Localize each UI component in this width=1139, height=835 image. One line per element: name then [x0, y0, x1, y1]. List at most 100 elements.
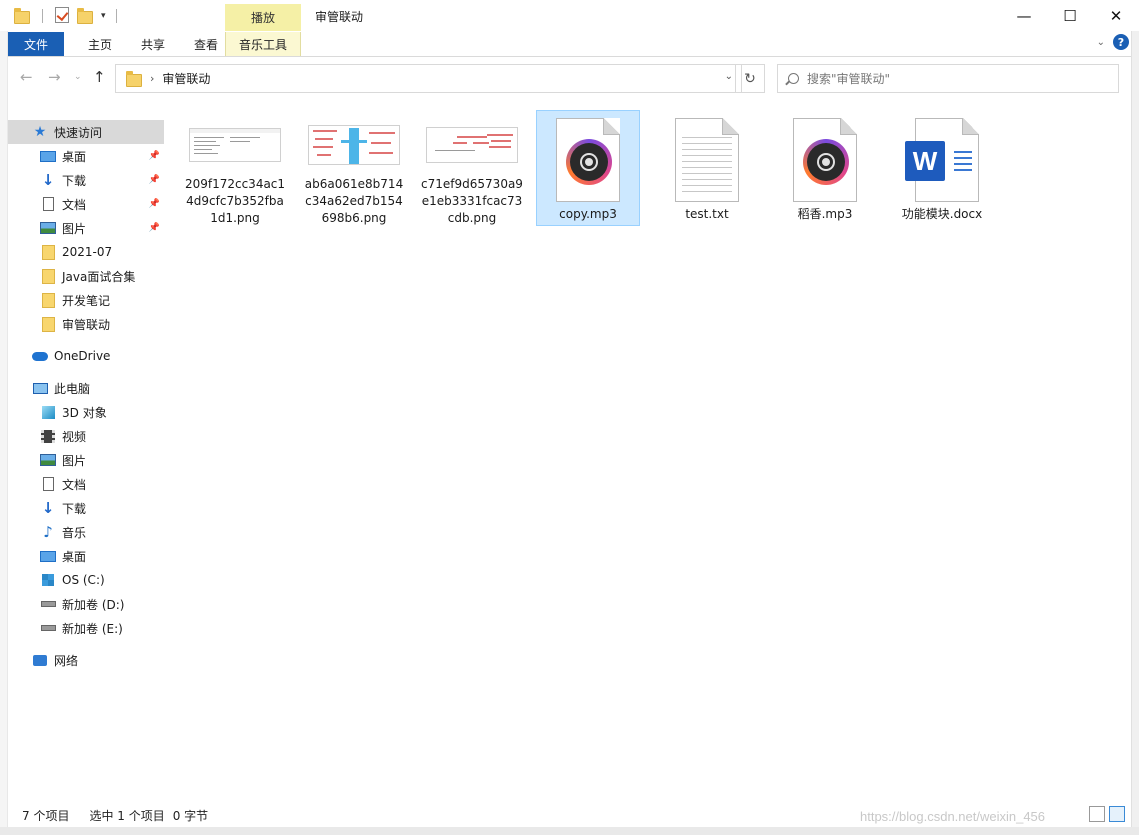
- search-placeholder: 搜索"审管联动": [807, 72, 891, 86]
- sidebar-item-label: 音乐: [62, 525, 87, 540]
- sidebar-item-dev-notes[interactable]: 开发笔记: [8, 288, 164, 312]
- onedrive-icon: [32, 348, 48, 364]
- new-folder-icon[interactable]: [77, 7, 95, 25]
- help-icon[interactable]: ?: [1113, 34, 1129, 50]
- minimize-button[interactable]: —: [1001, 0, 1047, 31]
- sidebar-item-drive-e[interactable]: 新加卷 (E:): [8, 616, 164, 640]
- breadcrumb-chevron-icon[interactable]: ›: [150, 72, 154, 85]
- file-item[interactable]: c71ef9d65730a9e1eb3331fcac73cdb.png: [420, 111, 524, 227]
- sidebar-item-pictures-pc[interactable]: 图片: [8, 448, 164, 472]
- document-icon: [40, 476, 56, 492]
- 3d-objects-icon: [40, 404, 56, 420]
- file-item[interactable]: 稻香.mp3: [773, 111, 877, 227]
- file-name: 功能模块.docx: [901, 207, 983, 221]
- sidebar-item-network[interactable]: 网络: [8, 648, 164, 672]
- sidebar-item-pictures[interactable]: 图片 📌: [8, 216, 164, 240]
- desktop-icon: [40, 148, 56, 164]
- file-name: test.txt: [685, 207, 729, 221]
- tab-music-tools[interactable]: 音乐工具: [225, 32, 301, 56]
- file-list: 209f172cc34ac14d9cfc7b352fba1d1.png ab6a…: [167, 99, 1131, 799]
- sidebar-item-label: Java面试合集: [62, 269, 136, 284]
- customize-toolbar-icon[interactable]: ▾: [101, 11, 106, 21]
- pin-icon[interactable]: 📌: [149, 223, 160, 233]
- star-icon: ★: [33, 124, 47, 140]
- refresh-button[interactable]: ↻: [735, 64, 765, 93]
- file-item-selected[interactable]: copy.mp3: [536, 110, 640, 226]
- selected-count: 选中 1 个项目: [89, 808, 165, 823]
- sidebar-item-label: OS (C:): [62, 573, 105, 587]
- sidebar-item-drive-c[interactable]: OS (C:): [8, 568, 164, 592]
- file-name: ab6a061e8b714c34a62ed7b154698b6.png: [304, 177, 404, 225]
- tab-file[interactable]: 文件: [8, 32, 64, 56]
- details-view-icon[interactable]: [1089, 806, 1105, 822]
- window-left-edge: [0, 31, 8, 835]
- folder-icon: [40, 244, 56, 260]
- file-item[interactable]: test.txt: [655, 111, 759, 227]
- file-name: 209f172cc34ac14d9cfc7b352fba1d1.png: [184, 177, 286, 225]
- sidebar-item-desktop[interactable]: 桌面 📌: [8, 144, 164, 168]
- navigation-pane: ★ 快速访问 桌面 📌 ↓ 下载 📌 文档 📌 图片 📌 2021-07 Jav…: [8, 99, 166, 799]
- file-item[interactable]: 209f172cc34ac14d9cfc7b352fba1d1.png: [183, 111, 287, 227]
- folder-icon: [126, 70, 142, 87]
- tab-share[interactable]: 共享: [126, 32, 180, 56]
- sidebar-item-videos[interactable]: 视频: [8, 424, 164, 448]
- search-box[interactable]: 搜索"审管联动": [777, 64, 1119, 93]
- word-file-icon: W: [894, 115, 990, 205]
- context-tab-header: 播放: [225, 4, 301, 31]
- pin-icon[interactable]: 📌: [149, 175, 160, 185]
- maximize-button[interactable]: ☐: [1047, 0, 1093, 31]
- sidebar-item-label: 文档: [62, 477, 87, 492]
- pin-icon[interactable]: 📌: [149, 199, 160, 209]
- view-switcher: [1089, 806, 1125, 822]
- sidebar-item-downloads[interactable]: ↓ 下载 📌: [8, 168, 164, 192]
- up-arrow-icon[interactable]: ↑: [93, 68, 106, 86]
- sidebar-item-2021-07[interactable]: 2021-07: [8, 240, 164, 264]
- sidebar-item-label: 新加卷 (E:): [62, 621, 123, 636]
- recent-locations-icon[interactable]: ⌄: [74, 72, 82, 82]
- toolbar-separator: [42, 9, 43, 23]
- file-name: c71ef9d65730a9e1eb3331fcac73cdb.png: [421, 177, 523, 225]
- quick-access-toolbar: ▾: [14, 6, 117, 26]
- sidebar-item-drive-d[interactable]: 新加卷 (D:): [8, 592, 164, 616]
- pin-icon[interactable]: 📌: [149, 151, 160, 161]
- ribbon-right-controls: ⌄ ?: [1097, 34, 1129, 50]
- sidebar-item-quick-access[interactable]: ★ 快速访问: [8, 120, 164, 144]
- folder-icon: [40, 292, 56, 308]
- large-icons-view-icon[interactable]: [1109, 806, 1125, 822]
- file-item[interactable]: ab6a061e8b714c34a62ed7b154698b6.png: [302, 111, 406, 227]
- sidebar-item-shenguan[interactable]: 审管联动: [8, 312, 164, 336]
- back-arrow-icon[interactable]: ←: [20, 68, 33, 86]
- sidebar-item-3d-objects[interactable]: 3D 对象: [8, 400, 164, 424]
- sidebar-item-label: 下载: [62, 501, 87, 516]
- sidebar-item-label: 3D 对象: [62, 405, 107, 420]
- sidebar-item-documents[interactable]: 文档 📌: [8, 192, 164, 216]
- folder-icon[interactable]: [14, 7, 32, 25]
- sidebar-item-label: 此电脑: [54, 381, 91, 396]
- expand-ribbon-icon[interactable]: ⌄: [1097, 37, 1105, 48]
- document-icon: [40, 196, 56, 212]
- folder-icon: [40, 268, 56, 284]
- network-icon: [32, 652, 48, 668]
- ribbon-tabs: 文件 主页 共享 查看 音乐工具 ⌄ ?: [8, 31, 1131, 57]
- forward-arrow-icon[interactable]: →: [48, 68, 61, 86]
- sidebar-item-label: 开发笔记: [62, 293, 111, 308]
- address-bar[interactable]: › 审管联动 ⌄: [115, 64, 742, 93]
- sidebar-item-java-interview[interactable]: Java面试合集: [8, 264, 164, 288]
- tab-home[interactable]: 主页: [74, 32, 126, 56]
- sidebar-item-onedrive[interactable]: OneDrive: [8, 344, 164, 368]
- sidebar-item-music[interactable]: ♪ 音乐: [8, 520, 164, 544]
- sidebar-item-label: 下载: [62, 173, 87, 188]
- title-bar: ▾ 播放 审管联动 — ☐ ✕: [0, 0, 1139, 31]
- sidebar-item-documents-pc[interactable]: 文档: [8, 472, 164, 496]
- sidebar-item-downloads-pc[interactable]: ↓ 下载: [8, 496, 164, 520]
- sidebar-item-label: 新加卷 (D:): [62, 597, 125, 612]
- close-button[interactable]: ✕: [1093, 0, 1139, 31]
- address-dropdown-icon[interactable]: ⌄: [725, 71, 733, 82]
- properties-icon[interactable]: [55, 7, 73, 25]
- sidebar-item-this-pc[interactable]: 此电脑: [8, 376, 164, 400]
- item-count: 7 个项目: [22, 808, 70, 823]
- file-item[interactable]: W 功能模块.docx: [890, 111, 994, 227]
- sidebar-item-desktop-pc[interactable]: 桌面: [8, 544, 164, 568]
- breadcrumb-current[interactable]: 审管联动: [162, 70, 210, 87]
- download-icon: ↓: [41, 171, 55, 189]
